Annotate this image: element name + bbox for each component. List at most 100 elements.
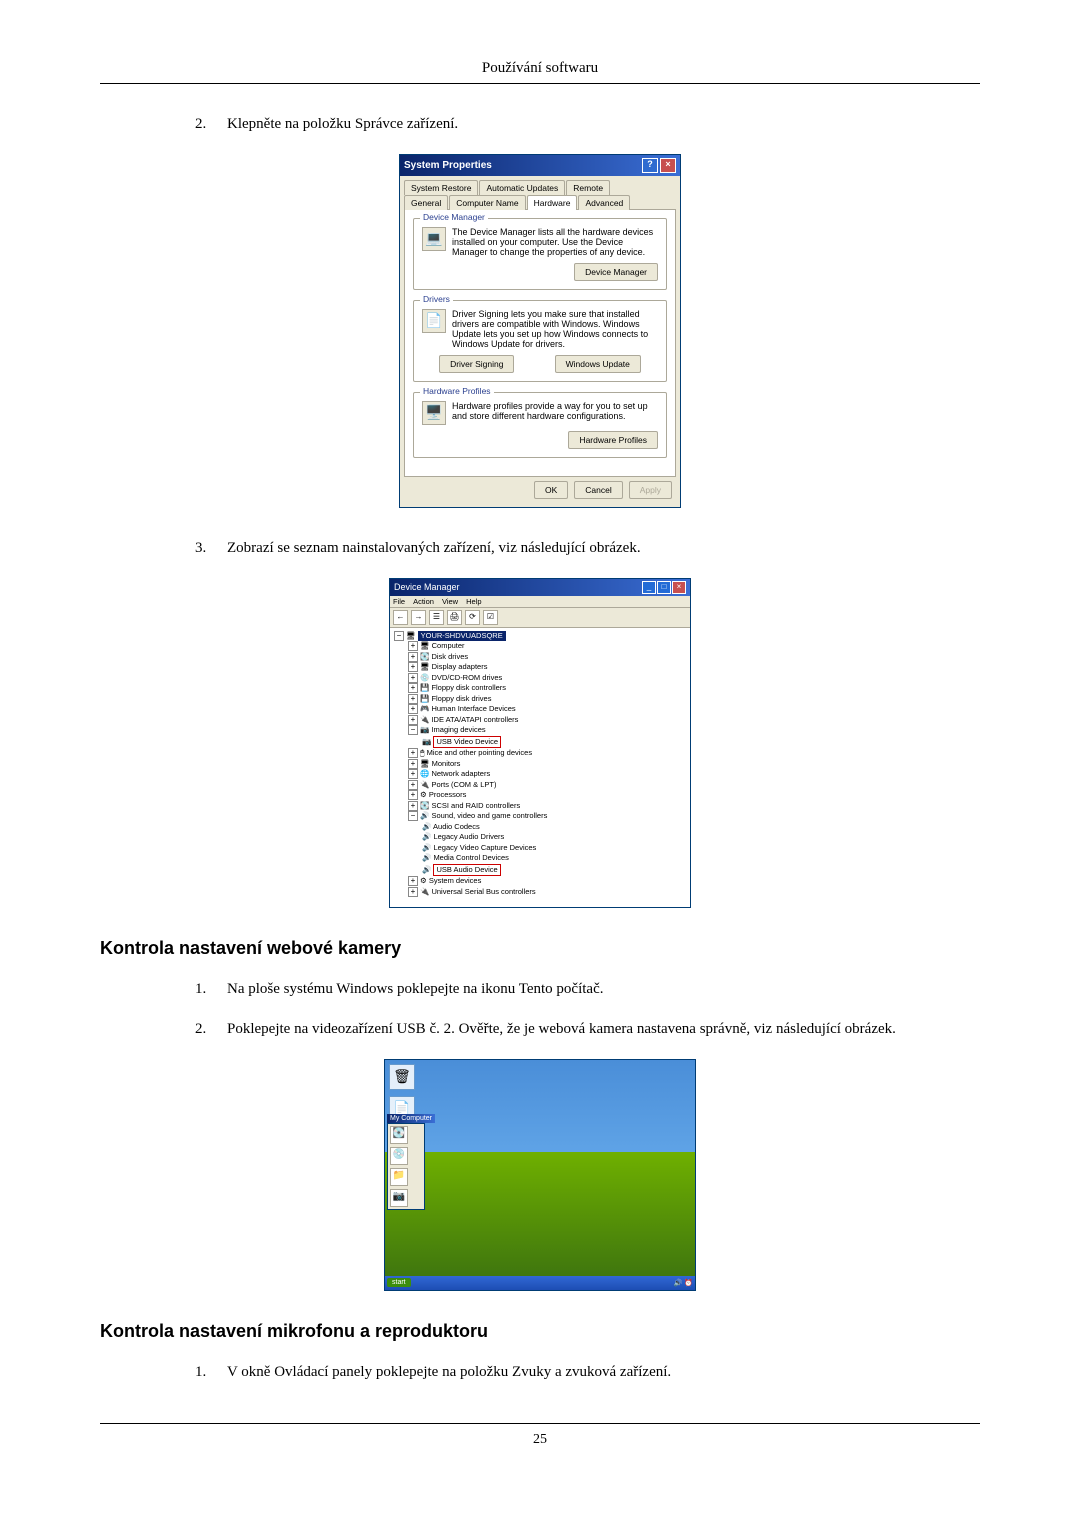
- tree-root[interactable]: YOUR-SHDVUADSQRE: [418, 631, 506, 642]
- properties-icon[interactable]: ☑: [483, 610, 498, 625]
- apply-button[interactable]: Apply: [629, 481, 672, 499]
- expand-icon[interactable]: +: [408, 704, 418, 714]
- tree-node[interactable]: Monitors: [432, 759, 461, 768]
- tab-hardware-pane: Device Manager 💻 The Device Manager list…: [404, 209, 676, 477]
- tree-node[interactable]: Mice and other pointing devices: [427, 748, 532, 757]
- close-icon[interactable]: ×: [672, 581, 686, 594]
- expand-icon[interactable]: +: [408, 748, 418, 758]
- tree-node[interactable]: Processors: [429, 790, 467, 799]
- devmgr-tree: −🖥 YOUR-SHDVUADSQRE +🖥 Computer +💽 Disk …: [390, 628, 690, 908]
- tree-node[interactable]: Display adapters: [432, 662, 488, 671]
- drive-icon[interactable]: 💽: [390, 1126, 408, 1144]
- my-computer-titlebar: My Computer: [387, 1114, 435, 1123]
- menu-help[interactable]: Help: [466, 597, 481, 606]
- tree-node[interactable]: Ports (COM & LPT): [431, 780, 496, 789]
- tree-node[interactable]: Floppy disk drives: [431, 694, 491, 703]
- tab-automatic-updates[interactable]: Automatic Updates: [479, 180, 565, 195]
- drivers-legend: Drivers: [420, 294, 453, 304]
- start-button[interactable]: start: [387, 1278, 411, 1287]
- expand-icon[interactable]: +: [408, 694, 418, 704]
- recycle-bin-icon[interactable]: 🗑: [389, 1064, 415, 1090]
- dialog-title: System Properties: [404, 160, 492, 171]
- expand-icon[interactable]: +: [408, 801, 418, 811]
- hardware-profiles-button[interactable]: Hardware Profiles: [568, 431, 658, 449]
- view-icon[interactable]: ☰: [429, 610, 444, 625]
- expand-icon[interactable]: −: [408, 811, 418, 821]
- tab-remote[interactable]: Remote: [566, 180, 610, 195]
- tab-system-restore[interactable]: System Restore: [404, 180, 478, 195]
- menu-file[interactable]: File: [393, 597, 405, 606]
- tree-node[interactable]: Universal Serial Bus controllers: [431, 887, 535, 896]
- webcam-step-1: 1. Na ploše systému Windows poklepejte n…: [195, 979, 980, 1001]
- minimize-icon[interactable]: _: [642, 581, 656, 594]
- expand-icon[interactable]: +: [408, 759, 418, 769]
- tree-node[interactable]: Disk drives: [431, 652, 468, 661]
- tree-node[interactable]: System devices: [429, 876, 482, 885]
- tree-node[interactable]: DVD/CD-ROM drives: [431, 673, 502, 682]
- hardware-profiles-group: Hardware Profiles 🖥️ Hardware profiles p…: [413, 392, 667, 458]
- expand-icon[interactable]: +: [408, 715, 418, 725]
- expand-icon[interactable]: +: [408, 769, 418, 779]
- ok-button[interactable]: OK: [534, 481, 568, 499]
- step-3-text: Zobrazí se seznam nainstalovaných zaříze…: [227, 538, 980, 560]
- tree-node[interactable]: Floppy disk controllers: [431, 683, 506, 692]
- device-manager-group: Device Manager 💻 The Device Manager list…: [413, 218, 667, 290]
- tree-leaf[interactable]: Audio Codecs: [433, 822, 480, 831]
- back-icon[interactable]: ←: [393, 610, 408, 625]
- driver-signing-button[interactable]: Driver Signing: [439, 355, 514, 373]
- step-2-number: 2.: [195, 114, 227, 136]
- drive-icon[interactable]: 💿: [390, 1147, 408, 1165]
- expand-icon[interactable]: +: [408, 652, 418, 662]
- expand-icon[interactable]: +: [408, 790, 418, 800]
- expand-icon[interactable]: −: [408, 725, 418, 735]
- expand-icon[interactable]: +: [408, 673, 418, 683]
- tree-node[interactable]: Human Interface Devices: [431, 704, 515, 713]
- device-manager-button[interactable]: Device Manager: [574, 263, 658, 281]
- hardware-profiles-legend: Hardware Profiles: [420, 386, 494, 396]
- tab-advanced[interactable]: Advanced: [578, 195, 630, 210]
- devmgr-title: Device Manager: [394, 582, 460, 592]
- tree-node[interactable]: IDE ATA/ATAPI controllers: [431, 715, 518, 724]
- usb-audio-device-highlight[interactable]: USB Audio Device: [433, 864, 500, 877]
- tab-computer-name[interactable]: Computer Name: [449, 195, 525, 210]
- maximize-icon[interactable]: □: [657, 581, 671, 594]
- menu-view[interactable]: View: [442, 597, 458, 606]
- tab-hardware[interactable]: Hardware: [527, 195, 578, 210]
- expand-icon[interactable]: −: [394, 631, 404, 641]
- tree-node[interactable]: Network adapters: [431, 769, 490, 778]
- dialog-titlebar: System Properties ? ×: [400, 155, 680, 176]
- usb-video-device-highlight[interactable]: USB Video Device: [433, 736, 501, 749]
- forward-icon[interactable]: →: [411, 610, 426, 625]
- devmgr-toolbar: ← → ☰ 🖨 ⟳ ☑: [390, 608, 690, 628]
- usb-video-icon[interactable]: 📷: [390, 1189, 408, 1207]
- tree-node[interactable]: Imaging devices: [431, 725, 485, 734]
- tab-general[interactable]: General: [404, 195, 448, 210]
- expand-icon[interactable]: +: [408, 887, 418, 897]
- windows-update-button[interactable]: Windows Update: [555, 355, 641, 373]
- tree-leaf[interactable]: Legacy Video Capture Devices: [433, 843, 536, 852]
- expand-icon[interactable]: +: [408, 876, 418, 886]
- tree-leaf[interactable]: Legacy Audio Drivers: [433, 832, 504, 841]
- devmgr-titlebar: Device Manager _ □ ×: [390, 579, 690, 596]
- tree-node[interactable]: SCSI and RAID controllers: [431, 801, 520, 810]
- refresh-icon[interactable]: ⟳: [465, 610, 480, 625]
- drivers-group: Drivers 📄 Driver Signing lets you make s…: [413, 300, 667, 382]
- system-tray[interactable]: 🔊 ⏰: [674, 1279, 693, 1287]
- close-icon[interactable]: ×: [660, 158, 676, 173]
- tree-leaf[interactable]: Media Control Devices: [433, 853, 508, 862]
- tree-node[interactable]: Computer: [432, 641, 465, 650]
- webcam-step-2-text: Poklepejte na videozařízení USB č. 2. Ov…: [227, 1019, 980, 1041]
- expand-icon[interactable]: +: [408, 780, 418, 790]
- cancel-button[interactable]: Cancel: [574, 481, 622, 499]
- tree-node[interactable]: Sound, video and game controllers: [431, 811, 547, 820]
- expand-icon[interactable]: +: [408, 641, 418, 651]
- section-webcam-heading: Kontrola nastavení webové kamery: [100, 938, 980, 959]
- folder-icon[interactable]: 📁: [390, 1168, 408, 1186]
- expand-icon[interactable]: +: [408, 683, 418, 693]
- print-icon[interactable]: 🖨: [447, 610, 462, 625]
- expand-icon[interactable]: +: [408, 662, 418, 672]
- menu-action[interactable]: Action: [413, 597, 434, 606]
- my-computer-window: My Computer 💽 💿 📁 📷: [387, 1114, 435, 1210]
- help-icon[interactable]: ?: [642, 158, 658, 173]
- windows-desktop-screenshot: 🗑 📄 My Computer 💽 💿 📁 📷 start 🔊 ⏰: [384, 1059, 696, 1291]
